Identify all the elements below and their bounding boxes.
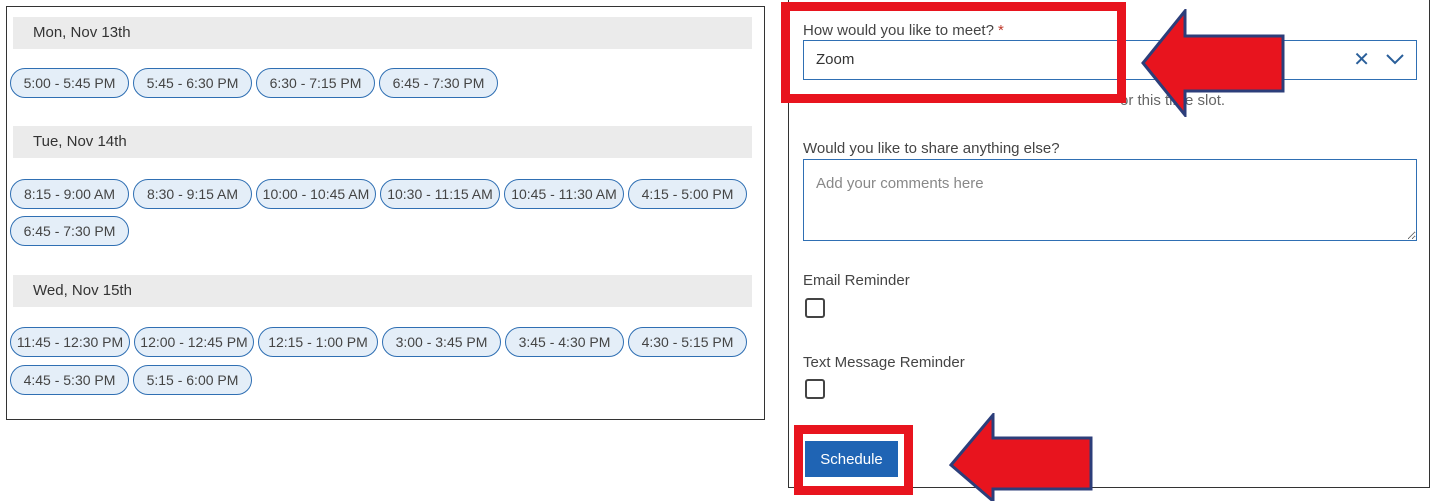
time-slot-button[interactable]: 4:45 - 5:30 PM: [10, 365, 129, 395]
comments-label: Would you like to share anything else?: [803, 140, 1060, 157]
time-slot-button[interactable]: 4:30 - 5:15 PM: [628, 327, 747, 357]
email-reminder-checkbox[interactable]: [805, 298, 825, 318]
time-slot-button[interactable]: 5:45 - 6:30 PM: [133, 68, 252, 98]
text-reminder-label: Text Message Reminder: [803, 354, 965, 371]
time-slot-button[interactable]: 6:30 - 7:15 PM: [256, 68, 375, 98]
text-reminder-checkbox[interactable]: [805, 379, 825, 399]
day-header-wed: Wed, Nov 15th: [13, 275, 752, 307]
time-slot-button[interactable]: 11:45 - 12:30 PM: [10, 327, 130, 357]
slot-row: 4:45 - 5:30 PM 5:15 - 6:00 PM: [10, 365, 252, 395]
time-slot-button[interactable]: 5:00 - 5:45 PM: [10, 68, 129, 98]
time-slot-button[interactable]: 6:45 - 7:30 PM: [10, 216, 129, 246]
time-slot-button[interactable]: 12:15 - 1:00 PM: [258, 327, 378, 357]
time-slot-button[interactable]: 6:45 - 7:30 PM: [379, 68, 498, 98]
slot-row: 11:45 - 12:30 PM 12:00 - 12:45 PM 12:15 - …: [10, 327, 747, 357]
time-slot-button[interactable]: 3:00 - 3:45 PM: [382, 327, 501, 357]
slot-row: 6:45 - 7:30 PM: [10, 216, 129, 246]
time-slot-button[interactable]: 5:15 - 6:00 PM: [133, 365, 252, 395]
time-slots-panel: Mon, Nov 13th 5:00 - 5:45 PM 5:45 - 6:30 …: [6, 6, 765, 420]
clear-icon[interactable]: ✕: [1353, 47, 1370, 72]
email-reminder-label: Email Reminder: [803, 272, 910, 289]
time-slot-button[interactable]: 10:00 - 10:45 AM: [256, 179, 376, 209]
red-arrow-icon: [1141, 9, 1285, 117]
time-slot-button[interactable]: 12:00 - 12:45 PM: [134, 327, 254, 357]
slot-row: 5:00 - 5:45 PM 5:45 - 6:30 PM 6:30 - 7:15 …: [10, 68, 498, 98]
slot-row: 8:15 - 9:00 AM 8:30 - 9:15 AM 10:00 - 10:4…: [10, 179, 747, 209]
highlight-box-schedule: [794, 425, 913, 495]
day-header-mon: Mon, Nov 13th: [13, 17, 752, 49]
red-arrow-icon: [949, 413, 1093, 501]
comments-field[interactable]: [803, 159, 1417, 241]
time-slot-button[interactable]: 3:45 - 4:30 PM: [505, 327, 624, 357]
time-slot-button[interactable]: 10:45 - 11:30 AM: [504, 179, 624, 209]
time-slot-button[interactable]: 4:15 - 5:00 PM: [628, 179, 747, 209]
highlight-box-meet: [781, 2, 1126, 103]
time-slot-button[interactable]: 10:30 - 11:15 AM: [380, 179, 500, 209]
chevron-down-icon[interactable]: [1386, 53, 1404, 65]
time-slot-button[interactable]: 8:15 - 9:00 AM: [10, 179, 129, 209]
time-slot-button[interactable]: 8:30 - 9:15 AM: [133, 179, 252, 209]
day-header-tue: Tue, Nov 14th: [13, 126, 752, 158]
